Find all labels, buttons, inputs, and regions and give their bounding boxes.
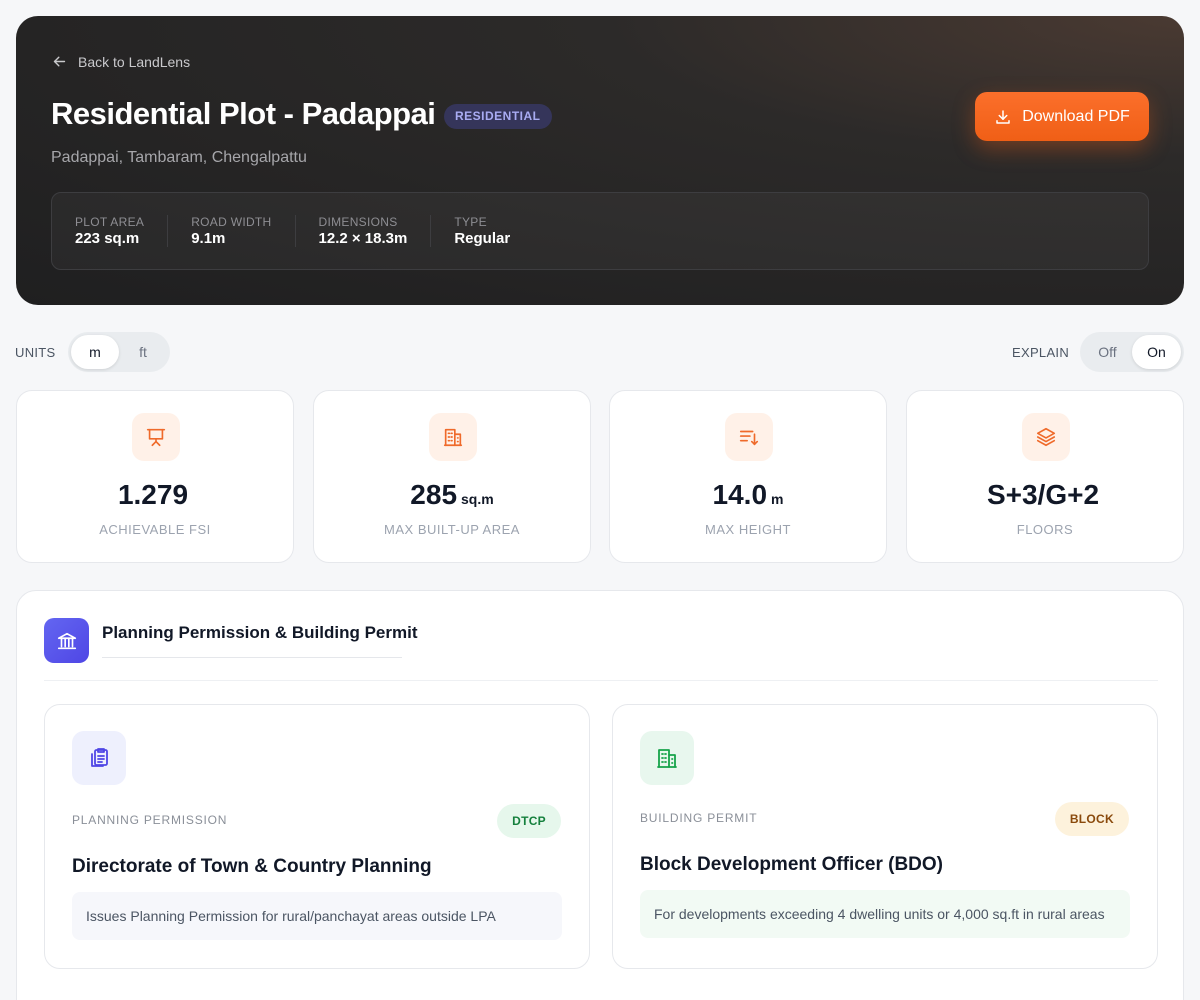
- stat-value: 9.1m: [191, 230, 226, 247]
- authority-name: Block Development Officer (BDO): [640, 854, 943, 875]
- zone-type-badge: RESIDENTIAL: [444, 104, 552, 129]
- metric-label: MAX HEIGHT: [705, 522, 791, 537]
- plot-header: Back to LandLens Residential Plot - Pada…: [16, 16, 1184, 305]
- explain-option-off[interactable]: Off: [1083, 335, 1132, 369]
- stat-plot-area: PLOT AREA 223 sq.m: [75, 215, 169, 247]
- metric-icon-wrap: [1022, 413, 1070, 461]
- stat-value: Regular: [454, 230, 511, 247]
- stat-value: 223 sq.m: [75, 230, 140, 247]
- metric-value: 14.0 m: [610, 479, 886, 511]
- metric-card-floors: S+3/G+2 FLOORS: [906, 390, 1184, 563]
- metric-number: 1.279: [117, 479, 189, 510]
- explain-option-on[interactable]: On: [1132, 335, 1181, 369]
- section-icon-wrap: [44, 618, 89, 663]
- stat-label: DIMENSIONS: [318, 215, 398, 229]
- permission-kind: BUILDING PERMIT: [640, 811, 758, 825]
- permission-icon-wrap: [72, 731, 126, 785]
- stat-label: ROAD WIDTH: [191, 215, 272, 229]
- metric-card-fsi: 1.279 ACHIEVABLE FSI: [16, 390, 294, 563]
- back-link-label: Back to LandLens: [78, 53, 191, 70]
- stat-label: PLOT AREA: [75, 215, 145, 229]
- layers-icon: [1036, 427, 1056, 447]
- permission-kind: PLANNING PERMISSION: [72, 813, 228, 827]
- permission-note: Issues Planning Permission for rural/pan…: [72, 892, 562, 940]
- metric-card-built-up-area: 285 sq.m MAX BUILT-UP AREA: [313, 390, 591, 563]
- metric-label: ACHIEVABLE FSI: [99, 522, 211, 537]
- building-icon: [657, 749, 677, 768]
- permission-icon-wrap: [640, 731, 694, 785]
- metric-number: 285: [410, 479, 458, 510]
- permissions-section: Planning Permission & Building Permit PL…: [16, 590, 1184, 1000]
- plot-stats-bar: PLOT AREA 223 sq.m ROAD WIDTH 9.1m DIMEN…: [51, 192, 1149, 270]
- arrow-left-icon: [53, 56, 66, 67]
- metric-label: FLOORS: [1016, 522, 1074, 537]
- stat-dimensions: DIMENSIONS 12.2 × 18.3m: [319, 215, 432, 247]
- back-link[interactable]: Back to LandLens: [51, 53, 190, 70]
- metric-icon-wrap: [725, 413, 773, 461]
- stat-value: 12.2 × 18.3m: [318, 230, 408, 247]
- permission-note: For developments exceeding 4 dwelling un…: [640, 890, 1130, 938]
- stat-type: TYPE Regular: [454, 215, 533, 247]
- metric-unit: sq.m: [461, 491, 494, 507]
- metric-value: 1.279: [17, 479, 293, 511]
- units-label: UNITS: [15, 345, 56, 360]
- stat-label: TYPE: [454, 215, 487, 229]
- authority-badge: DTCP: [497, 804, 561, 838]
- clipboard-copy-icon: [91, 748, 108, 767]
- section-divider: [44, 680, 1158, 681]
- government-building-icon: [57, 632, 76, 649]
- download-pdf-button[interactable]: Download PDF: [975, 92, 1149, 141]
- download-icon: [996, 109, 1010, 124]
- explain-label: EXPLAIN: [1012, 345, 1070, 360]
- metric-number: S+3/G+2: [986, 479, 1100, 510]
- metric-value: 285 sq.m: [314, 479, 590, 511]
- units-option-m[interactable]: m: [71, 335, 119, 369]
- location-text: Padappai, Tambaram, Chengalpattu: [51, 149, 307, 166]
- stat-road-width: ROAD WIDTH 9.1m: [191, 215, 296, 247]
- section-title-underline: [102, 657, 402, 658]
- height-sort-icon: [739, 430, 759, 446]
- units-toggle: m ft: [68, 332, 170, 372]
- metric-card-max-height: 14.0 m MAX HEIGHT: [609, 390, 887, 563]
- authority-name: Directorate of Town & Country Planning: [72, 856, 432, 877]
- page-title: Residential Plot - Padappai: [51, 96, 436, 131]
- metric-icon-wrap: [429, 413, 477, 461]
- planning-permission-card: PLANNING PERMISSION DTCP Directorate of …: [44, 704, 590, 969]
- presentation-board-icon: [146, 428, 166, 447]
- metric-unit: m: [771, 491, 784, 507]
- metric-number: 14.0: [712, 479, 768, 510]
- explain-toggle: Off On: [1080, 332, 1184, 372]
- units-option-ft[interactable]: ft: [119, 335, 167, 369]
- metric-value: S+3/G+2: [907, 479, 1183, 511]
- building-permit-card: BUILDING PERMIT BLOCK Block Development …: [612, 704, 1158, 969]
- download-pdf-label: Download PDF: [1022, 107, 1130, 125]
- metric-icon-wrap: [132, 413, 180, 461]
- metric-label: MAX BUILT-UP AREA: [384, 522, 520, 537]
- building-icon: [443, 428, 463, 447]
- section-title: Planning Permission & Building Permit: [102, 623, 418, 642]
- authority-badge: BLOCK: [1054, 802, 1129, 836]
